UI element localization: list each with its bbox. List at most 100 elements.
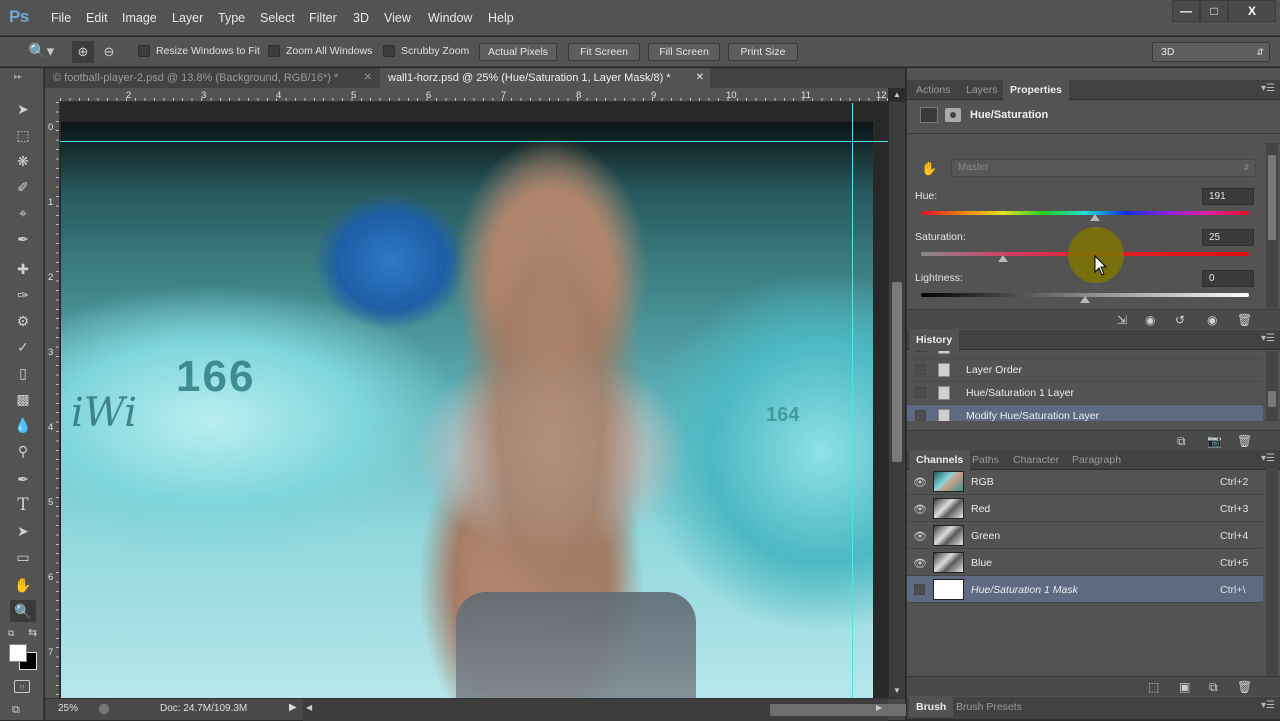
tab-character[interactable]: Character bbox=[1006, 450, 1066, 470]
menu-type[interactable]: Type bbox=[218, 11, 245, 25]
zoom-tool-preset-icon[interactable]: 🔍▾ bbox=[28, 42, 54, 60]
default-colors-icon[interactable]: ⧉ bbox=[8, 628, 14, 639]
menu-help[interactable]: Help bbox=[488, 11, 514, 25]
save-selection-icon[interactable]: ▣ bbox=[1179, 680, 1190, 694]
path-selection-tool-icon[interactable]: ➤ bbox=[10, 520, 36, 542]
zoom-tool-icon[interactable]: 🔍 bbox=[10, 600, 36, 622]
tab-football-player[interactable]: © football-player-2.psd @ 13.8% (Backgro… bbox=[45, 68, 378, 88]
scrollbar-thumb[interactable] bbox=[1268, 155, 1276, 240]
screen-mode-icon[interactable]: ⧉ bbox=[12, 704, 20, 717]
hue-slider-thumb[interactable] bbox=[1089, 214, 1100, 221]
clone-stamp-tool-icon[interactable]: ⚙ bbox=[10, 310, 36, 332]
menu-window[interactable]: Window bbox=[428, 11, 472, 25]
workspace-select[interactable]: 3D ⇵ bbox=[1152, 42, 1270, 62]
rectangle-tool-icon[interactable]: ▭ bbox=[10, 546, 36, 568]
channels-scrollbar[interactable] bbox=[1266, 468, 1278, 690]
menu-filter[interactable]: Filter bbox=[309, 11, 337, 25]
guide-vertical[interactable] bbox=[852, 103, 853, 698]
channel-row-red[interactable]: 👁 Red Ctrl+3 bbox=[907, 495, 1263, 522]
panel-menu-icon[interactable]: ▾☰ bbox=[1261, 83, 1275, 94]
preset-select[interactable]: Master ⇵ bbox=[951, 159, 1256, 177]
channel-row-rgb[interactable]: 👁 RGB Ctrl+2 bbox=[907, 468, 1263, 495]
reset-icon[interactable]: ↺ bbox=[1175, 313, 1185, 327]
marquee-tool-icon[interactable]: ⬚ bbox=[10, 124, 36, 146]
eyedropper-tool-icon[interactable]: ✒ bbox=[10, 228, 36, 250]
menu-image[interactable]: Image bbox=[122, 11, 157, 25]
hue-input[interactable]: 191 bbox=[1202, 188, 1254, 205]
brush-tool-icon[interactable]: ✑ bbox=[10, 284, 36, 306]
tab-history[interactable]: History bbox=[909, 330, 960, 350]
eraser-tool-icon[interactable]: ▯ bbox=[10, 362, 36, 384]
history-brush-tool-icon[interactable]: ✓ bbox=[10, 336, 36, 358]
document-canvas[interactable]: iWi 166 164 bbox=[60, 103, 888, 698]
visibility-checkbox[interactable] bbox=[914, 584, 925, 595]
vertical-ruler[interactable]: 0 1 2 3 4 5 6 7 bbox=[45, 102, 60, 698]
ruler-origin[interactable] bbox=[45, 88, 60, 102]
lasso-tool-icon[interactable]: ❋ bbox=[10, 150, 36, 172]
history-item[interactable]: Free Transform bbox=[907, 351, 1263, 359]
delete-icon[interactable]: 🗑 bbox=[1237, 680, 1252, 694]
panel-menu-icon[interactable]: ▾☰ bbox=[1261, 700, 1275, 711]
status-menu-arrow-icon[interactable]: ▶ bbox=[289, 702, 297, 713]
delete-icon[interactable]: 🗑 bbox=[1237, 434, 1252, 448]
quick-mask-icon[interactable]: ○ bbox=[14, 680, 30, 693]
new-document-from-state-icon[interactable]: ⧉ bbox=[1177, 434, 1186, 449]
properties-scrollbar[interactable] bbox=[1266, 143, 1278, 308]
adjustment-icon[interactable] bbox=[920, 107, 938, 123]
menu-view[interactable]: View bbox=[384, 11, 411, 25]
maximize-button[interactable]: □ bbox=[1200, 0, 1228, 22]
foreground-color-swatch[interactable] bbox=[9, 644, 27, 662]
channel-row-green[interactable]: 👁 Green Ctrl+4 bbox=[907, 522, 1263, 549]
gradient-tool-icon[interactable]: ▩ bbox=[10, 388, 36, 410]
targeted-adjustment-hand-icon[interactable]: ✋ bbox=[921, 161, 937, 177]
tab-paths[interactable]: Paths bbox=[965, 450, 1006, 470]
history-item[interactable]: Hue/Saturation 1 Layer bbox=[907, 382, 1263, 405]
horizontal-ruler[interactable]: 2 3 4 5 6 7 8 9 10 11 12 bbox=[60, 88, 888, 102]
resize-windows-checkbox[interactable] bbox=[138, 45, 150, 57]
channel-row-mask[interactable]: Hue/Saturation 1 Mask Ctrl+\ bbox=[907, 576, 1263, 603]
crop-tool-icon[interactable]: ⌖ bbox=[10, 202, 36, 224]
history-checkbox[interactable] bbox=[915, 364, 926, 375]
visibility-eye-icon[interactable]: 👁 bbox=[913, 557, 927, 570]
move-tool-icon[interactable]: ➤ bbox=[10, 98, 36, 120]
new-channel-icon[interactable]: ⧉ bbox=[1209, 680, 1218, 695]
pen-tool-icon[interactable]: ✒ bbox=[10, 468, 36, 490]
panel-menu-icon[interactable]: ▾☰ bbox=[1261, 453, 1275, 464]
menu-select[interactable]: Select bbox=[260, 11, 295, 25]
history-scrollbar[interactable] bbox=[1266, 351, 1278, 421]
scroll-down-icon[interactable]: ▼ bbox=[893, 686, 901, 695]
visibility-eye-icon[interactable]: 👁 bbox=[913, 503, 927, 516]
blur-tool-icon[interactable]: 💧 bbox=[10, 414, 36, 436]
snapshot-camera-icon[interactable]: 📷 bbox=[1207, 434, 1222, 448]
visibility-eye-icon[interactable]: 👁 bbox=[913, 476, 927, 489]
print-size-button[interactable]: Print Size bbox=[728, 43, 798, 61]
scroll-up-icon[interactable]: ▲ bbox=[893, 90, 901, 99]
saturation-input[interactable]: 25 bbox=[1202, 229, 1254, 246]
menu-3d[interactable]: 3D bbox=[353, 11, 369, 25]
actual-pixels-button[interactable]: Actual Pixels bbox=[479, 43, 557, 61]
tab-paragraph[interactable]: Paragraph bbox=[1065, 450, 1128, 470]
menu-file[interactable]: File bbox=[51, 11, 71, 25]
swap-colors-icon[interactable]: ⇆ bbox=[28, 626, 37, 639]
canvas-vertical-scrollbar[interactable]: ▲ ▼ bbox=[888, 90, 905, 698]
guide-horizontal[interactable] bbox=[60, 141, 888, 142]
view-previous-state-icon[interactable]: ◉ bbox=[1145, 313, 1155, 327]
history-checkbox[interactable] bbox=[915, 387, 926, 398]
tab-brush[interactable]: Brush bbox=[909, 697, 954, 717]
scroll-right-icon[interactable]: ▶ bbox=[876, 703, 882, 712]
clip-to-layer-icon[interactable]: ⇲ bbox=[1117, 313, 1127, 327]
saturation-slider-thumb[interactable] bbox=[998, 255, 1008, 262]
menu-edit[interactable]: Edit bbox=[86, 11, 108, 25]
sync-icon[interactable] bbox=[98, 703, 110, 715]
scroll-left-icon[interactable]: ◀ bbox=[306, 703, 312, 712]
minimize-button[interactable]: — bbox=[1172, 0, 1200, 22]
close-button[interactable]: X bbox=[1228, 0, 1276, 22]
collapse-toolbox-icon[interactable]: ▸▸ bbox=[14, 72, 22, 81]
zoom-in-icon[interactable]: ⊕ bbox=[72, 41, 94, 63]
tab-properties[interactable]: Properties bbox=[1003, 80, 1069, 100]
hand-tool-icon[interactable]: ✋ bbox=[10, 574, 36, 596]
quick-selection-tool-icon[interactable]: ✐ bbox=[10, 176, 36, 198]
dodge-tool-icon[interactable]: ⚲ bbox=[10, 440, 36, 462]
close-tab-icon[interactable]: ✕ bbox=[364, 68, 372, 88]
mask-icon[interactable] bbox=[945, 108, 961, 122]
